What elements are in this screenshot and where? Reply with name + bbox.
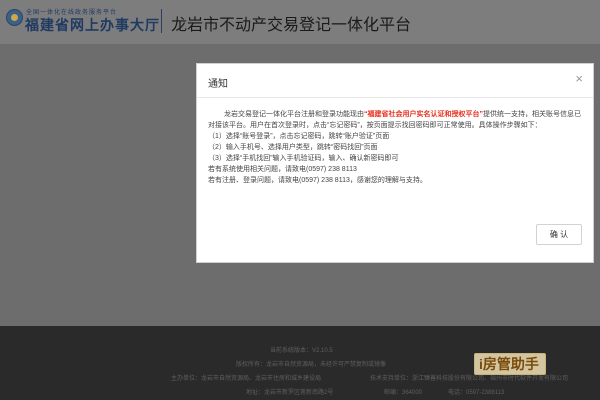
intro-text: 龙岩交易登记一体化平台注册和登录功能现由	[224, 111, 364, 118]
footer-postcode: 邮编：364000	[384, 390, 423, 396]
header-divider	[161, 9, 162, 33]
step-1: （1）选择“账号登录”，点击忘记密码，跳转“账户验证”页面	[208, 133, 390, 140]
contact-line-2: 若有注册、登录问题，请致电(0597) 238 8113，感谢您的理解与支持。	[208, 177, 427, 184]
site-header: 全国一体化在线政务服务平台 福建省网上办事大厅 龙岩市不动产交易登记一体化平台	[0, 0, 600, 44]
dialog-body: 龙岩交易登记一体化平台注册和登录功能现由“福建省社会用户实名认证和授权平台”提供…	[208, 109, 583, 186]
step-2: （2）输入手机号、选择用户类型，跳转“密码找回”页面	[208, 144, 378, 151]
page-title: 龙岩市不动产交易登记一体化平台	[171, 17, 412, 34]
notice-intro: 龙岩交易登记一体化平台注册和登录功能现由“福建省社会用户实名认证和授权平台”提供…	[208, 109, 583, 131]
footer-phone: 电话：0597-2388113	[448, 390, 505, 396]
close-icon[interactable]: ×	[575, 71, 583, 87]
dialog-title: 通知	[208, 79, 228, 90]
footer-version: 当前系统版本：V2.10.5	[270, 348, 333, 354]
footer-copyright: 版权所有：龙岩市自然资源局，未经许可严禁复制或镜像	[236, 362, 387, 368]
notice-dialog: 通知 × 龙岩交易登记一体化平台注册和登录功能现由“福建省社会用户实名认证和授权…	[196, 63, 594, 263]
dialog-header: 通知 ×	[197, 64, 593, 98]
platform-highlight: “福建省社会用户实名认证和授权平台”	[364, 111, 483, 118]
confirm-button[interactable]: 确 认	[536, 224, 582, 245]
app-watermark-logo: i房管助手	[474, 353, 546, 375]
org-title-link[interactable]: 福建省网上办事大厅	[25, 15, 160, 35]
step-3: （3）选择“手机找回”输入手机验证码，输入、确认新密码即可	[208, 155, 399, 162]
footer-sponsor: 主办单位：龙岩市自然资源局、龙岩市住房和城乡建设局	[171, 376, 322, 382]
government-emblem-icon	[6, 9, 23, 26]
footer-address: 地址：龙岩市新罗区莲新南路2号	[246, 390, 334, 396]
contact-line-1: 若有系统使用相关问题，请致电(0597) 238 8113	[208, 166, 357, 173]
